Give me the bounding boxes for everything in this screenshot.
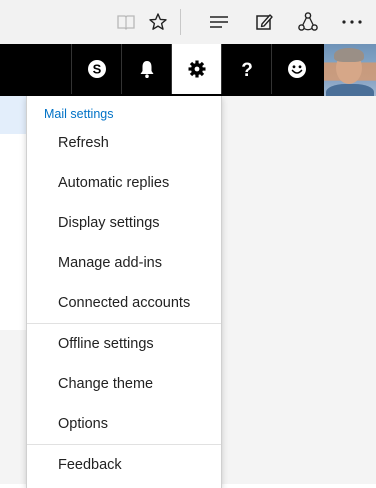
share-icon[interactable] (292, 6, 324, 38)
menu-item-change-theme[interactable]: Change theme (27, 364, 221, 404)
favorites-star-icon[interactable] (142, 6, 174, 38)
svg-text:S: S (93, 62, 102, 77)
help-icon[interactable]: ? (221, 44, 272, 94)
app-header-bar: S ? (0, 44, 376, 96)
notifications-bell-icon[interactable] (121, 44, 172, 94)
reading-view-icon[interactable] (110, 6, 142, 38)
menu-item-connected-accounts[interactable]: Connected accounts (27, 283, 221, 323)
settings-menu: Mail settings Refresh Automatic replies … (26, 96, 222, 488)
menu-item-automatic-replies[interactable]: Automatic replies (27, 163, 221, 203)
menu-title: Mail settings (44, 107, 114, 121)
menu-item-display-settings[interactable]: Display settings (27, 203, 221, 243)
menu-item-feedback[interactable]: Feedback (27, 445, 221, 485)
web-note-icon[interactable] (248, 6, 280, 38)
svg-text:?: ? (241, 60, 253, 79)
feedback-smiley-icon[interactable] (271, 44, 322, 94)
avatar[interactable] (324, 44, 376, 96)
toolbar-separator (180, 9, 181, 35)
more-icon[interactable] (336, 6, 368, 38)
menu-item-refresh[interactable]: Refresh (27, 123, 221, 163)
reading-pane (220, 96, 376, 484)
menu-item-offline-settings[interactable]: Offline settings (27, 324, 221, 364)
menu-item-manage-add-ins[interactable]: Manage add-ins (27, 243, 221, 283)
hub-icon[interactable] (203, 6, 235, 38)
browser-toolbar (0, 0, 376, 44)
avatar-hair (334, 48, 364, 62)
avatar-shirt (326, 84, 374, 96)
menu-item-options[interactable]: Options (27, 404, 221, 444)
skype-icon[interactable]: S (71, 44, 122, 94)
settings-gear-icon[interactable] (171, 44, 222, 94)
